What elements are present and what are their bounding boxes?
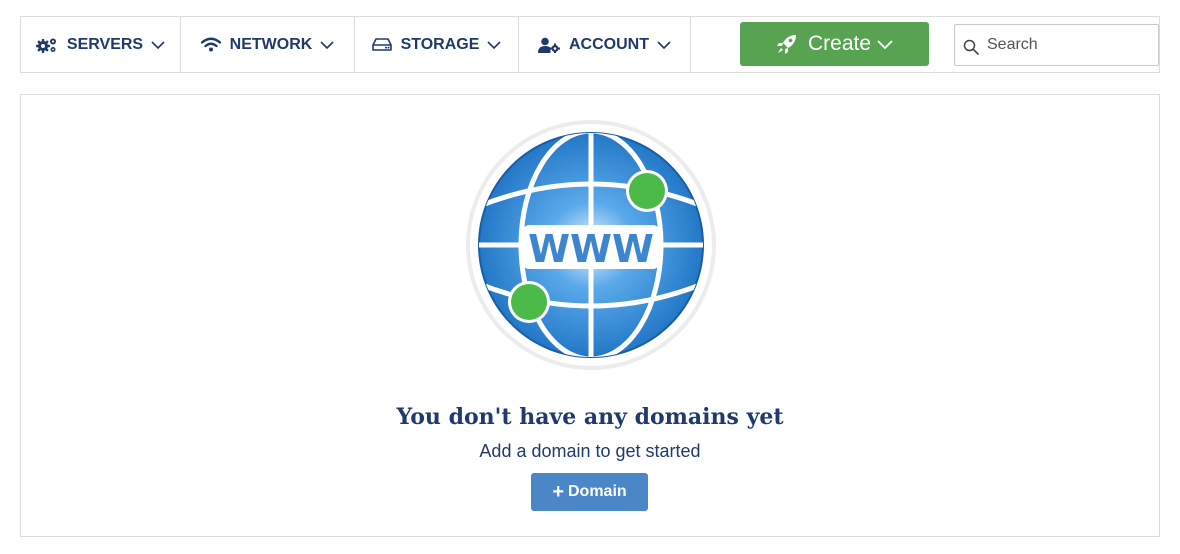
- chevron-down-icon: [487, 40, 501, 49]
- search-input[interactable]: [987, 25, 1180, 65]
- hard-drive-icon: [371, 38, 392, 51]
- rocket-icon: [776, 33, 798, 55]
- gears-icon: [35, 37, 58, 53]
- www-text: WWW: [528, 227, 654, 271]
- wifi-icon: [200, 37, 221, 52]
- chevron-down-icon: [320, 40, 334, 49]
- chevron-down-icon: [151, 40, 165, 49]
- nav-storage-label: STORAGE: [400, 35, 480, 53]
- nav-account[interactable]: ACCOUNT: [519, 17, 691, 72]
- chevron-down-icon: [877, 39, 893, 49]
- globe-illustration: WWW: [465, 119, 717, 371]
- nav-servers-label: SERVERS: [66, 35, 144, 53]
- nav-network[interactable]: NETWORK: [181, 17, 355, 72]
- domains-empty-panel: WWW You don't have any domains yet Add a…: [20, 94, 1160, 537]
- plus-icon: +: [552, 481, 564, 503]
- user-cog-icon: [538, 37, 560, 53]
- nav-storage[interactable]: STORAGE: [355, 17, 519, 72]
- create-button[interactable]: Create: [740, 22, 929, 66]
- top-nav: SERVERS NETWORK STORAGE ACCOUNT Create S…: [20, 16, 1180, 73]
- add-domain-label: Domain: [568, 483, 627, 500]
- nav-network-label: NETWORK: [229, 35, 313, 53]
- chevron-down-icon: [657, 40, 671, 49]
- create-label: Create: [807, 32, 872, 55]
- nav-account-label: ACCOUNT: [569, 35, 649, 53]
- nav-servers[interactable]: SERVERS: [21, 17, 181, 72]
- empty-state-title: You don't have any domains yet: [396, 404, 784, 430]
- add-domain-button[interactable]: + Domain: [531, 473, 648, 511]
- search-icon: [963, 39, 979, 55]
- search-box[interactable]: [954, 24, 1180, 66]
- empty-state-subtitle: Add a domain to get started: [479, 441, 701, 461]
